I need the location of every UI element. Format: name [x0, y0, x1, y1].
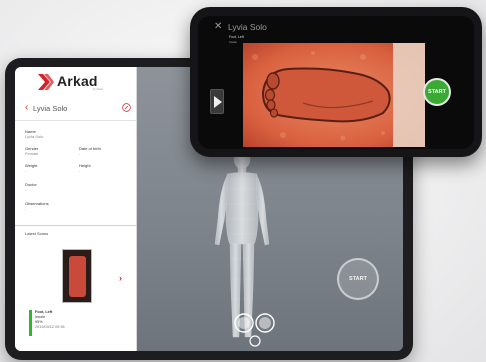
patient-side-panel: Arkad by Arkad ‹ Lyvia Solo Name Lyvia S…: [15, 67, 137, 351]
scan-thumbnail[interactable]: [62, 249, 92, 303]
field-value: -: [79, 151, 81, 156]
scan-date: 2019/04/12 09:36: [35, 325, 65, 329]
status-bar: [29, 310, 32, 336]
field-value: Lyvia Solo: [25, 134, 44, 139]
tablet-start-button[interactable]: START: [337, 258, 379, 300]
phone-start-button[interactable]: START: [423, 78, 451, 106]
brand-name: Arkad: [57, 73, 98, 89]
field-value: -: [25, 187, 27, 192]
arrow-shape: [214, 96, 222, 108]
play-arrow-icon[interactable]: [210, 89, 224, 114]
field-label: Doctor: [25, 182, 37, 187]
field-label: Date of birth: [79, 146, 101, 151]
close-icon[interactable]: ✕: [214, 22, 222, 32]
field-label: Observations: [25, 201, 49, 206]
phone-subtitle: Foot, Left: [229, 35, 244, 39]
field-label: Weight: [25, 163, 38, 168]
field-dob: Date of birth -: [79, 146, 101, 156]
foot-selector[interactable]: [230, 305, 290, 351]
arkad-logo-icon: [38, 74, 54, 90]
field-observations: Observations -: [25, 201, 49, 211]
divider: [15, 225, 137, 226]
field-name: Name Lyvia Solo: [25, 129, 43, 139]
field-value: -: [25, 168, 27, 173]
phone-status: Insole: [229, 40, 238, 44]
field-value: -: [79, 168, 81, 173]
chevron-left-icon[interactable]: ‹: [25, 103, 28, 113]
field-doctor: Doctor -: [25, 182, 37, 192]
foot-scan-image: [243, 43, 425, 147]
phone-screen: ✕ Lyvia Solo Foot, Left Insole START: [198, 16, 474, 149]
field-label: Height: [79, 163, 91, 168]
foot-scan-image: [69, 256, 86, 297]
field-height: Height -: [79, 163, 91, 173]
phone-device: ✕ Lyvia Solo Foot, Left Insole START: [190, 7, 482, 157]
divider: [15, 120, 137, 121]
brand-logo: Arkad by Arkad: [37, 73, 127, 93]
field-gender: Gender Female: [25, 146, 38, 156]
foot-scan-view: [243, 43, 425, 147]
brand-tagline: by Arkad: [93, 88, 103, 91]
phone-title: Lyvia Solo: [228, 22, 267, 32]
field-value: Female: [25, 151, 39, 156]
scan-card[interactable]: Foot, Left Insole 95% 2019/04/12 09:36: [29, 310, 89, 338]
field-value: -: [25, 206, 27, 211]
chevron-right-icon[interactable]: ›: [119, 274, 128, 283]
latest-scans-title: Latest Scans: [25, 231, 49, 236]
edit-icon[interactable]: [122, 103, 131, 112]
field-weight: Weight -: [25, 163, 37, 173]
patient-name: Lyvia Solo: [33, 104, 68, 113]
patient-header: ‹ Lyvia Solo: [25, 103, 131, 115]
